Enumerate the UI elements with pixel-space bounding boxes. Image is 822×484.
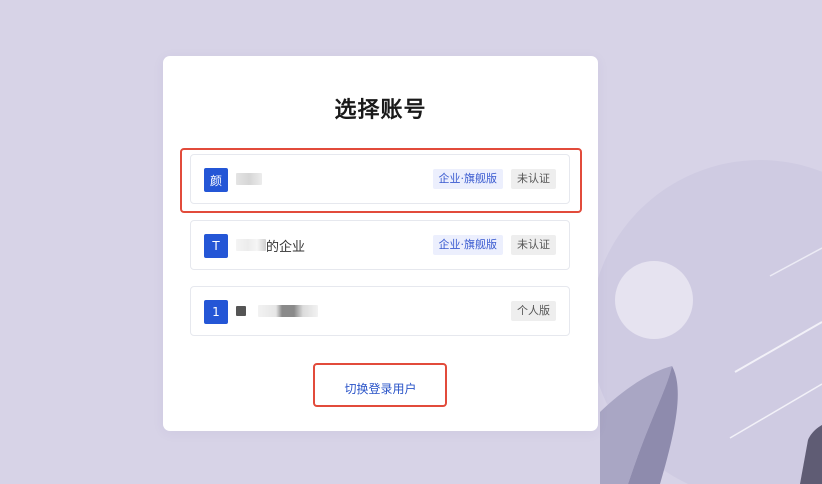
redacted-text bbox=[236, 173, 262, 185]
page-title: 选择账号 bbox=[334, 98, 427, 123]
account-item-2[interactable]: T 的企业 企业·旗舰版 未认证 bbox=[190, 220, 570, 270]
switch-user-link[interactable]: 切换登录用户 bbox=[163, 380, 598, 397]
account-select-card: 选择账号 颜 企业·旗舰版 未认证 T 的企业 企业·旗舰版 未认证 1 个人版 bbox=[163, 56, 598, 431]
account-tags: 个人版 bbox=[511, 301, 556, 321]
plan-badge: 企业·旗舰版 bbox=[432, 235, 503, 255]
account-name-redacted bbox=[236, 287, 318, 335]
account-name: 的企业 bbox=[236, 221, 305, 269]
redacted-text bbox=[236, 239, 266, 251]
account-avatar: T bbox=[204, 234, 228, 258]
plan-badge: 个人版 bbox=[511, 301, 556, 321]
account-avatar: 颜 bbox=[204, 168, 228, 192]
account-tags: 企业·旗舰版 未认证 bbox=[432, 235, 556, 255]
account-tags: 企业·旗舰版 未认证 bbox=[432, 169, 556, 189]
redacted-text bbox=[236, 306, 246, 316]
verification-badge: 未认证 bbox=[511, 169, 556, 189]
verification-badge: 未认证 bbox=[511, 235, 556, 255]
redacted-text bbox=[258, 305, 318, 317]
account-name-redacted bbox=[236, 155, 262, 203]
plan-badge: 企业·旗舰版 bbox=[432, 169, 503, 189]
account-item-1[interactable]: 颜 企业·旗舰版 未认证 bbox=[190, 154, 570, 204]
account-item-3[interactable]: 1 个人版 bbox=[190, 286, 570, 336]
account-avatar: 1 bbox=[204, 300, 228, 324]
account-name-suffix: 的企业 bbox=[266, 239, 306, 255]
